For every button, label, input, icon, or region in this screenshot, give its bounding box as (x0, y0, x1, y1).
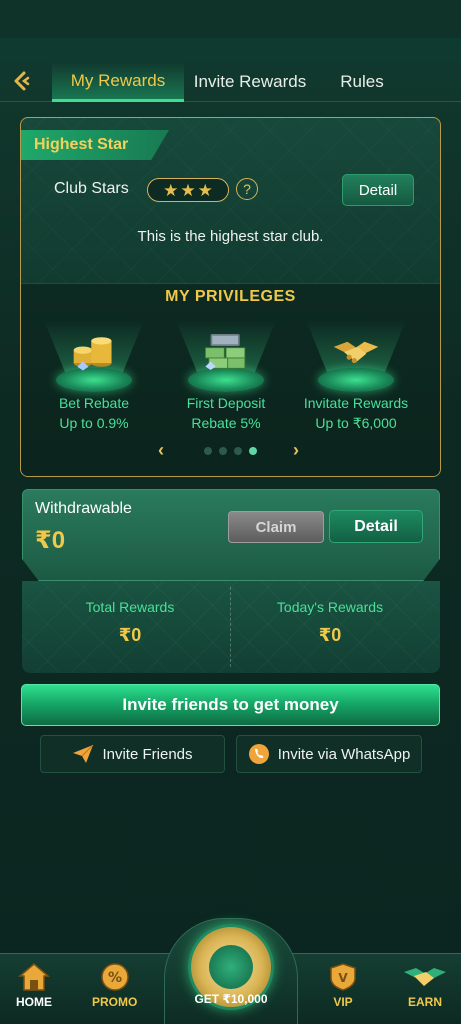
nav-home[interactable]: HOME (16, 962, 52, 1009)
nav-promo-label: PROMO (92, 995, 138, 1009)
carousel-pagination (204, 447, 257, 455)
invite-friends-label: Invite Friends (102, 745, 193, 763)
nav-earn[interactable]: EARN (402, 962, 448, 1009)
privilege-bet-rebate[interactable]: Bet Rebate Up to 0.9% (34, 310, 154, 431)
privilege-first-deposit[interactable]: First Deposit Rebate 5% (166, 310, 286, 431)
paper-plane-icon (73, 744, 94, 763)
vip-shield-icon: V (330, 963, 356, 991)
status-bar (0, 0, 461, 38)
total-rewards: Total Rewards ₹0 (30, 599, 230, 646)
carousel-next-button[interactable]: › (293, 440, 299, 461)
privilege-value: Up to 0.9% (59, 415, 129, 431)
nav-earn-label: EARN (407, 995, 442, 1009)
invite-friends-button[interactable]: Invite Friends (40, 735, 225, 773)
pagination-dot-active[interactable] (249, 447, 257, 455)
privilege-label: Bet Rebate (58, 395, 130, 411)
handshake-icon (404, 968, 446, 986)
highest-club-message: This is the highest star club. (137, 228, 324, 245)
nav-vip[interactable]: V VIP (328, 962, 358, 1009)
tab-rules[interactable]: Rules (326, 62, 398, 102)
star-icon: ★ (180, 180, 196, 200)
privilege-label: First Deposit (186, 395, 266, 411)
nav-home-label: HOME (16, 995, 52, 1009)
pagination-dot[interactable] (219, 447, 227, 455)
star-icon: ★ (163, 180, 179, 200)
club-stars-label: Club Stars (54, 180, 129, 197)
club-stars-rating: ★ ★ ★ (147, 178, 229, 202)
back-button[interactable] (10, 68, 34, 94)
carousel-prev-button[interactable]: ‹ (158, 440, 164, 461)
withdrawable-amount: ₹0 (35, 527, 66, 554)
privilege-value: Up to ₹6,000 (315, 415, 397, 431)
privilege-value: Rebate 5% (191, 415, 261, 431)
whatsapp-icon (248, 744, 269, 764)
withdrawable-label: Withdrawable (35, 500, 132, 517)
withdraw-panel: Withdrawable ₹0 Claim Detail (22, 489, 440, 581)
svg-text:V: V (338, 971, 348, 985)
claim-button[interactable]: Claim (228, 511, 324, 543)
todays-rewards-label: Today's Rewards (276, 599, 384, 615)
tab-invite-rewards[interactable]: Invite Rewards (186, 62, 314, 102)
pagination-dot[interactable] (234, 447, 242, 455)
gold-coins-icon (70, 330, 118, 374)
help-icon[interactable]: ? (236, 178, 258, 200)
rewards-totals: Total Rewards ₹0 Today's Rewards ₹0 (22, 581, 440, 673)
nav-promo[interactable]: % PROMO (92, 962, 137, 1009)
wheel-icon (209, 945, 253, 989)
chevron-left-icon (14, 71, 30, 91)
promo-percent-icon: % (100, 963, 129, 991)
pagination-dot[interactable] (204, 447, 212, 455)
todays-rewards-value: ₹0 (318, 625, 342, 645)
star-icon: ★ (197, 180, 213, 200)
total-rewards-value: ₹0 (118, 625, 142, 645)
tab-bar: My Rewards Invite Rewards Rules (0, 62, 461, 102)
svg-text:%: % (108, 970, 122, 986)
get-reward-label[interactable]: GET ₹10,000 (164, 992, 298, 1006)
handshake-icon (332, 330, 380, 374)
privileges-title: MY PRIVILEGES (165, 288, 296, 305)
invite-whatsapp-label: Invite via WhatsApp (277, 745, 411, 763)
nav-vip-label: VIP (333, 995, 353, 1009)
privilege-invite-rewards[interactable]: Invitate Rewards Up to ₹6,000 (296, 310, 416, 431)
cash-stack-icon (202, 330, 250, 374)
club-detail-button[interactable]: Detail (342, 174, 414, 206)
withdraw-detail-button[interactable]: Detail (329, 510, 423, 543)
privilege-label: Invitate Rewards (303, 395, 409, 411)
club-card: Highest Star Club Stars ★ ★ ★ ? Detail T… (20, 117, 441, 477)
total-rewards-label: Total Rewards (85, 599, 175, 615)
invite-whatsapp-button[interactable]: Invite via WhatsApp (236, 735, 422, 773)
header-band (0, 38, 461, 62)
tab-my-rewards[interactable]: My Rewards (52, 62, 184, 102)
home-icon (18, 963, 50, 991)
highest-star-ribbon: Highest Star (21, 130, 169, 160)
todays-rewards: Today's Rewards ₹0 (230, 599, 430, 646)
invite-friends-main-button[interactable]: Invite friends to get money (21, 684, 440, 726)
